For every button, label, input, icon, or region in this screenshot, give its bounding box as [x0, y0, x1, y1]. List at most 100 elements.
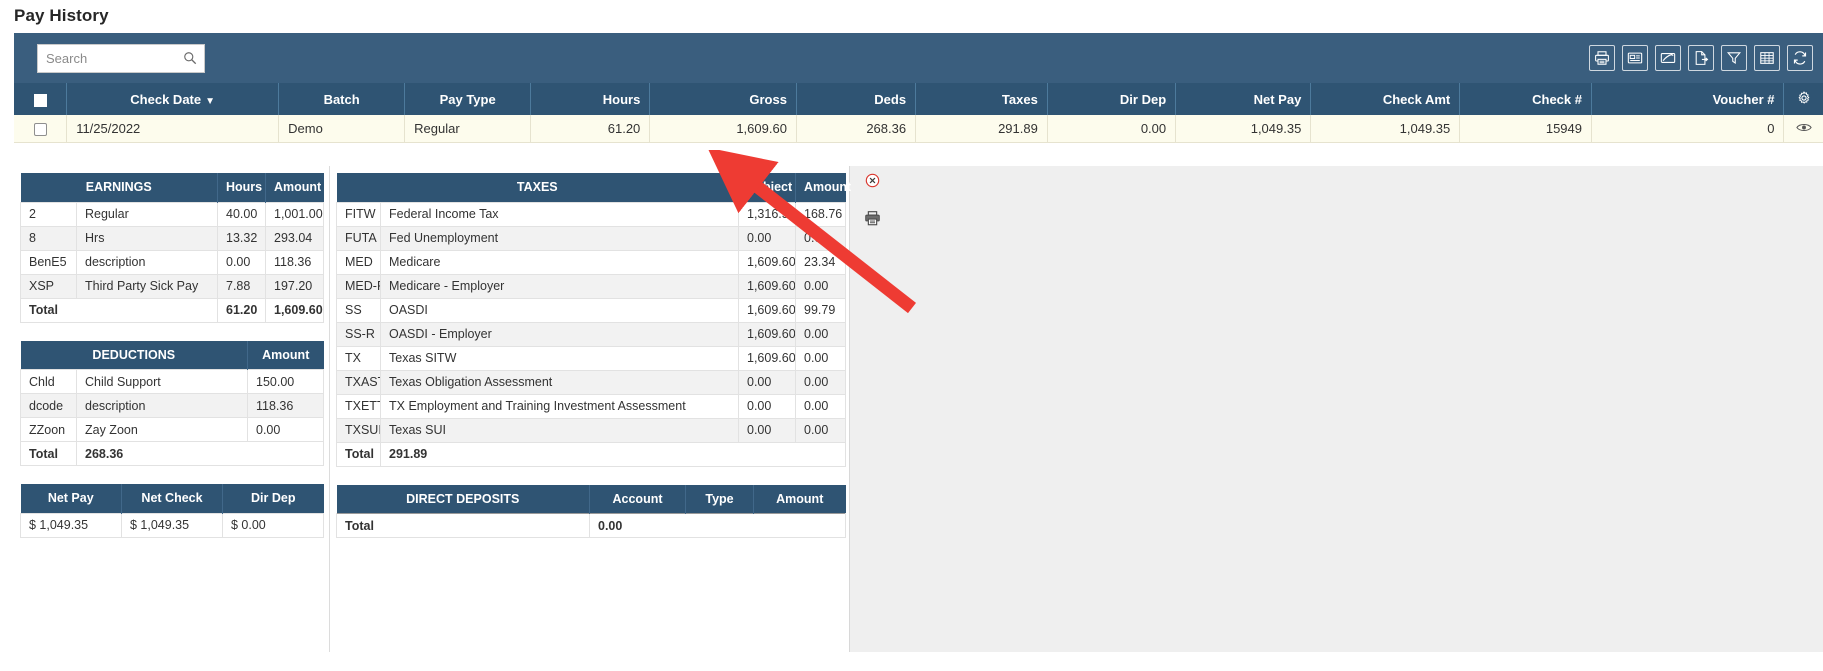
taxes-amount-header: Amount [795, 173, 851, 202]
taxes-row: TXAST Texas Obligation Assessment 0.00 0… [336, 369, 846, 395]
taxes-code: SS [336, 297, 381, 323]
taxes-subject: 1,609.60 [738, 297, 796, 323]
cell-dir-dep: 0.00 [1047, 115, 1177, 143]
dir-dep-value: $ 0.00 [222, 512, 324, 538]
taxes-subject: 0.00 [738, 225, 796, 251]
page-title: Pay History [14, 6, 109, 25]
cell-check-amt: 1,049.35 [1310, 115, 1461, 143]
taxes-row: TXSUI Texas SUI 0.00 0.00 [336, 417, 846, 443]
earnings-code: 2 [20, 201, 77, 227]
signed-check-icon[interactable] [1655, 45, 1681, 71]
direct-deposits-amount-header: Amount [753, 484, 846, 514]
taxes-code: TXSUI [336, 417, 381, 443]
taxes-subject: 1,609.60 [738, 345, 796, 371]
deductions-row: ZZoon Zay Zoon 0.00 [20, 417, 324, 442]
cell-voucher: 0 [1591, 115, 1785, 143]
pay-history-page: Pay History Search Check Date ▼ Batch Pa… [0, 0, 1823, 671]
taxes-amount: 0.00 [795, 393, 846, 419]
earnings-row: 8 Hrs 13.32 293.04 [20, 225, 324, 251]
earnings-total-label: Total [20, 297, 218, 323]
empty-right-area [850, 166, 1823, 652]
taxes-row: MED Medicare 1,609.60 23.34 [336, 249, 846, 275]
column-header-check-date[interactable]: Check Date ▼ [66, 83, 280, 115]
eye-icon[interactable] [1783, 115, 1823, 143]
select-all-checkbox[interactable] [33, 93, 47, 107]
refresh-icon[interactable] [1787, 45, 1813, 71]
net-pay-header-row: Net Pay Net Check Dir Dep [20, 484, 324, 513]
print-icon[interactable] [1589, 45, 1615, 71]
detail-print-icon[interactable] [864, 210, 881, 227]
earnings-amount: 293.04 [265, 225, 324, 251]
earnings-amount: 1,001.00 [265, 201, 324, 227]
column-header-net-pay[interactable]: Net Pay [1175, 83, 1312, 115]
check-stub-icon[interactable] [1622, 45, 1648, 71]
taxes-desc: Texas Obligation Assessment [380, 369, 739, 395]
filter-icon[interactable] [1721, 45, 1747, 71]
taxes-desc: Medicare [380, 249, 739, 275]
column-header-pay-type[interactable]: Pay Type [404, 83, 532, 115]
cell-batch: Demo [278, 115, 406, 143]
column-header-batch[interactable]: Batch [278, 83, 406, 115]
deductions-desc: description [76, 393, 248, 418]
column-header-dir-dep[interactable]: Dir Dep [1047, 83, 1177, 115]
gear-icon[interactable] [1783, 83, 1823, 115]
earnings-total-hours: 61.20 [217, 297, 266, 323]
taxes-code: SS-R [336, 321, 381, 347]
pay-detail-panel: EARNINGS Hours Amount 2 Regular 40.00 1,… [14, 166, 880, 652]
toolbar-icon-group [1589, 45, 1813, 71]
column-header-taxes[interactable]: Taxes [915, 83, 1048, 115]
search-box[interactable] [37, 43, 205, 73]
net-check-header: Net Check [121, 484, 223, 513]
deductions-table: DEDUCTIONS Amount Chld Child Support 150… [20, 340, 324, 466]
taxes-row: FITW Federal Income Tax 1,316.56 168.76 [336, 201, 846, 227]
select-all-header[interactable] [14, 83, 68, 115]
taxes-subject: 1,609.60 [738, 273, 796, 299]
deductions-total-row: Total 268.36 [20, 441, 324, 466]
taxes-header-row: TAXES Subject Amount [336, 173, 851, 202]
column-header-voucher[interactable]: Voucher # [1591, 83, 1785, 115]
net-pay-summary-table: Net Pay Net Check Dir Dep $ 1,049.35 $ 1… [20, 484, 324, 538]
pay-history-grid-panel: Check Date▼ Batch Pay Type Hours Gross D… [14, 33, 1823, 143]
earnings-code: BenE5 [20, 249, 77, 275]
column-header-hours[interactable]: Hours [530, 83, 651, 115]
column-header-deds[interactable]: Deds [796, 83, 917, 115]
taxes-table: TAXES Subject Amount FITW Federal Income… [336, 173, 851, 467]
deductions-total-amount: 268.36 [76, 441, 324, 466]
taxes-code: MED [336, 249, 381, 275]
taxes-desc: Federal Income Tax [380, 201, 739, 227]
taxes-subject: 1,609.60 [738, 321, 796, 347]
deductions-row: Chld Child Support 150.00 [20, 369, 324, 394]
grid-toolbar [14, 33, 1823, 83]
direct-deposits-total-label: Total [336, 513, 590, 538]
cell-deds: 268.36 [796, 115, 917, 143]
taxes-row: FUTA Fed Unemployment 0.00 0.00 [336, 225, 846, 251]
earnings-hours: 0.00 [217, 249, 266, 275]
search-icon[interactable] [183, 51, 197, 65]
column-header-check-num[interactable]: Check # [1459, 83, 1592, 115]
earnings-code: 8 [20, 225, 77, 251]
net-pay-value-row: $ 1,049.35 $ 1,049.35 $ 0.00 [20, 512, 324, 538]
taxes-row: MED-R Medicare - Employer 1,609.60 0.00 [336, 273, 846, 299]
pay-history-table: Check Date ▼ Batch Pay Type Hours Gross D… [14, 83, 1823, 143]
column-header-gross[interactable]: Gross [649, 83, 797, 115]
search-input[interactable] [38, 44, 204, 72]
export-file-icon[interactable] [1688, 45, 1714, 71]
grid-columns-icon[interactable] [1754, 45, 1780, 71]
taxes-subject: 0.00 [738, 417, 796, 443]
row-select-cell[interactable] [14, 115, 68, 143]
deductions-code: dcode [20, 393, 77, 418]
close-circle-icon[interactable] [865, 173, 880, 188]
taxes-amount: 0.00 [795, 369, 846, 395]
deductions-amount-header: Amount [247, 340, 324, 370]
cell-pay-type: Regular [404, 115, 532, 143]
direct-deposits-total-amount: 0.00 [589, 513, 846, 538]
taxes-amount: 0.00 [795, 417, 846, 443]
earnings-hours: 40.00 [217, 201, 266, 227]
row-checkbox[interactable] [33, 122, 47, 136]
taxes-subject: 1,609.60 [738, 249, 796, 275]
deductions-title: DEDUCTIONS [20, 340, 248, 370]
table-row[interactable]: 11/25/2022 Demo Regular 61.20 1,609.60 2… [14, 115, 1823, 143]
taxes-desc: Fed Unemployment [380, 225, 739, 251]
earnings-amount: 118.36 [265, 249, 324, 275]
column-header-check-amt[interactable]: Check Amt [1310, 83, 1461, 115]
